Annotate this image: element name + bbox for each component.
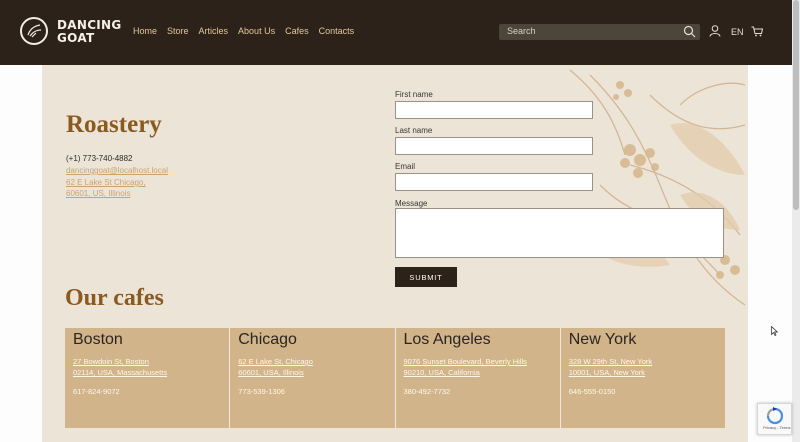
nav-about-us[interactable]: About Us — [238, 26, 275, 36]
nav-home[interactable]: Home — [133, 26, 157, 36]
cafe-street-link[interactable]: 62 E Lake St, Chicago — [238, 357, 313, 366]
main-nav: Home Store Articles About Us Cafes Conta… — [133, 26, 354, 36]
cafe-street-link[interactable]: 328 W 29th St, New York — [569, 357, 652, 366]
cafe-phone: 380-492-7732 — [403, 387, 451, 396]
message-field[interactable] — [395, 208, 724, 258]
cafe-city-link[interactable]: 90210, USA, California — [404, 368, 480, 377]
email-field[interactable] — [395, 173, 593, 191]
nav-articles[interactable]: Articles — [199, 26, 229, 36]
roastery-address-line1[interactable]: 62 E Lake St Chicago, — [66, 178, 146, 187]
mouse-cursor-icon — [771, 326, 778, 336]
cafe-card-chicago: Chicago 62 E Lake St, Chicago 60601, USA… — [230, 328, 396, 428]
brand-name[interactable]: DANCING GOAT — [57, 19, 122, 45]
recaptcha-icon — [766, 407, 784, 425]
contacts-section: Roastery (+1) 773-740-4882 dancinggoat@l… — [42, 65, 748, 442]
cafe-name: Boston — [73, 331, 123, 348]
cafe-card-los-angeles: Los Angeles 9076 Sunset Boulevard, Bever… — [395, 328, 561, 428]
search-input[interactable]: Search — [499, 24, 700, 40]
message-label: Message — [395, 199, 428, 208]
brand-line-2: GOAT — [57, 31, 95, 45]
cafe-city-link[interactable]: 10001, USA, New York — [569, 368, 645, 377]
cart-icon[interactable] — [751, 26, 763, 37]
recaptcha-badge[interactable]: Privacy - Terms — [757, 403, 792, 435]
last-name-label: Last name — [395, 126, 433, 135]
roastery-address-line2[interactable]: 60601, US, Illinois — [66, 189, 130, 198]
page-scrollbar[interactable] — [792, 0, 800, 442]
goat-logo-icon[interactable] — [20, 17, 48, 45]
cafes-title: Our cafes — [65, 285, 164, 311]
cafe-street-link[interactable]: 27 Bowdoin St, Boston — [73, 357, 149, 366]
cafe-street-link[interactable]: 9076 Sunset Boulevard, Beverly Hills — [404, 357, 527, 366]
first-name-label: First name — [395, 90, 433, 99]
nav-contacts[interactable]: Contacts — [319, 26, 355, 36]
submit-button[interactable]: SUBMIT — [395, 267, 457, 287]
roastery-phone: (+1) 773-740-4882 — [66, 154, 133, 163]
roastery-email-link[interactable]: dancinggoat@localhost.local — [66, 166, 168, 175]
cafe-phone: 617-824-9072 — [73, 387, 120, 396]
cafes-list: Boston 27 Bowdoin St, Boston 02114, USA,… — [65, 328, 725, 428]
recaptcha-text[interactable]: Privacy - Terms — [763, 425, 790, 430]
user-icon[interactable] — [709, 25, 721, 37]
cafe-name: Chicago — [238, 331, 297, 348]
language-switcher[interactable]: EN — [731, 27, 744, 37]
cafe-phone: 773-539-1306 — [238, 387, 285, 396]
email-label: Email — [395, 162, 416, 171]
first-name-field[interactable] — [395, 101, 593, 119]
site-header: DANCING GOAT Home Store Articles About U… — [0, 0, 792, 65]
nav-cafes[interactable]: Cafes — [285, 26, 309, 36]
cafe-card-new-york: New York 328 W 29th St, New York 10001, … — [560, 328, 725, 428]
search-placeholder: Search — [507, 26, 536, 36]
roastery-title: Roastery — [66, 111, 162, 138]
last-name-field[interactable] — [395, 137, 593, 155]
cafe-phone: 646-555-0150 — [568, 387, 616, 396]
cafe-city-link[interactable]: 60601, USA, Illinois — [238, 368, 303, 377]
cafe-card-boston: Boston 27 Bowdoin St, Boston 02114, USA,… — [65, 328, 231, 428]
cafe-city-link[interactable]: 02114, USA, Massachusetts — [73, 368, 167, 377]
scrollbar-thumb[interactable] — [793, 0, 799, 210]
cafe-name: New York — [568, 331, 637, 348]
nav-store[interactable]: Store — [167, 26, 189, 36]
cafe-name: Los Angeles — [403, 331, 491, 348]
search-icon[interactable] — [683, 25, 696, 38]
